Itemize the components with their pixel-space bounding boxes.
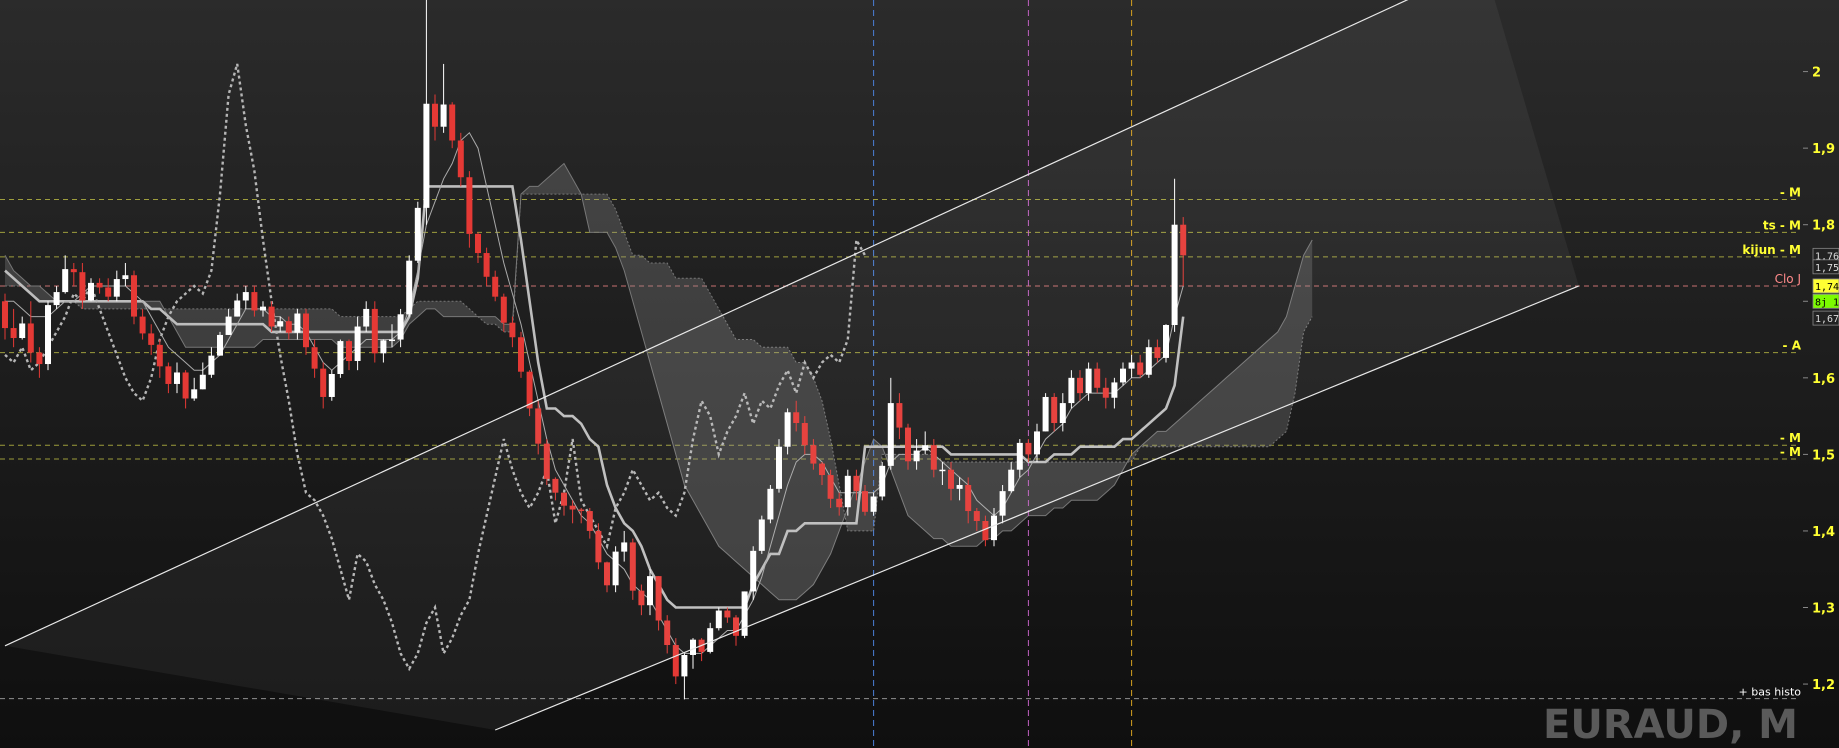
candle-bullish	[113, 279, 120, 297]
price-tag-label: 1,75	[1815, 263, 1839, 274]
candle-bearish	[10, 328, 17, 339]
y-tick-label: 1,6	[1812, 372, 1835, 387]
level-label: - M	[1780, 445, 1801, 459]
candle-bullish	[414, 207, 421, 261]
y-tick-label: 1,4	[1812, 525, 1835, 540]
y-tick-label: 2	[1812, 66, 1821, 81]
candle-bearish	[182, 372, 189, 399]
candle-bullish	[423, 103, 430, 208]
candle-bullish	[389, 339, 395, 342]
candle-bullish	[88, 282, 94, 301]
candle-bearish	[79, 272, 86, 301]
candle-bullish	[234, 300, 241, 317]
candle-bullish	[53, 292, 60, 306]
candle-bearish	[320, 368, 327, 397]
candle-bearish	[156, 344, 163, 367]
candle-bearish	[500, 296, 507, 323]
price-tag: 1,74	[1812, 278, 1839, 294]
candle-bullish	[242, 292, 249, 301]
candle-bullish	[199, 374, 206, 390]
candle-bullish	[217, 334, 223, 356]
candle-bearish	[139, 316, 146, 334]
candle-bearish	[96, 282, 103, 288]
price-tag: 1,67	[1812, 310, 1839, 326]
candle-bearish	[303, 313, 309, 348]
price-tag-label: 8j 1	[1815, 297, 1839, 308]
candle-bearish	[2, 301, 8, 329]
chart-title-watermark: EURAUD, M	[1543, 702, 1798, 748]
candle-bullish	[225, 316, 232, 335]
y-tick-label: 1,2	[1812, 678, 1835, 693]
candle-bearish	[131, 275, 137, 317]
candle-bearish	[475, 233, 481, 254]
candle-bullish	[45, 305, 51, 365]
channel-band	[5, 0, 1579, 730]
candle-bullish	[328, 374, 335, 397]
chart-canvas[interactable]: - Mts - Mkijun - MClo J- A- M- M+ bas hi…	[0, 0, 1839, 748]
candle-bearish	[70, 269, 77, 273]
candle-bearish	[27, 323, 34, 353]
y-tick-label: 1,8	[1812, 219, 1835, 234]
price-tag-label: 1,74	[1815, 282, 1839, 293]
candle-bullish	[191, 389, 198, 399]
candle-bullish	[397, 314, 404, 340]
y-tick-label: 1,9	[1812, 142, 1835, 157]
candle-bearish	[148, 333, 155, 345]
candle-bearish	[346, 341, 352, 361]
candle-bullish	[406, 260, 413, 315]
price-tag: 8j 1	[1812, 293, 1839, 309]
candle-bearish	[509, 322, 516, 338]
price-tag: 1,75	[1812, 259, 1839, 275]
level-label: ts - M	[1763, 218, 1801, 232]
level-label: + bas histo	[1739, 686, 1802, 699]
candle-bullish	[440, 104, 447, 127]
level-label: - A	[1783, 339, 1802, 353]
candle-bullish	[277, 321, 284, 327]
candle-bearish	[466, 177, 473, 234]
candle-bullish	[294, 313, 301, 333]
candle-bullish	[363, 308, 370, 327]
candle-bullish	[380, 340, 387, 354]
candle-bearish	[36, 352, 43, 365]
level-label: - M	[1780, 431, 1801, 445]
candle-bullish	[122, 275, 129, 280]
level-label: Clo J	[1775, 272, 1801, 286]
candle-bullish	[260, 306, 266, 311]
candle-bearish	[492, 276, 499, 297]
candle-bearish	[165, 366, 172, 384]
candle-bullish	[174, 372, 180, 384]
level-label: kijun - M	[1742, 243, 1801, 257]
price-tag-label: 1,67	[1815, 314, 1839, 325]
candle-bullish	[208, 355, 215, 375]
candle-bearish	[432, 103, 438, 127]
candle-bullish	[19, 323, 26, 339]
candle-bearish	[518, 337, 524, 372]
y-tick-label: 1,5	[1812, 448, 1835, 463]
candle-bearish	[105, 287, 112, 297]
y-tick-label: 1,3	[1812, 602, 1835, 617]
ichimoku-chart[interactable]: - Mts - Mkijun - M Clo J- A- M- M + bas hi…	[0, 0, 1839, 748]
candle-bearish	[449, 104, 456, 141]
candle-bullish	[62, 269, 69, 293]
level-label: - M	[1780, 185, 1801, 199]
candle-bullish	[337, 341, 344, 374]
candle-bearish	[483, 253, 490, 277]
candle-bearish	[268, 306, 275, 327]
candle-bearish	[285, 321, 292, 333]
candle-bearish	[371, 308, 378, 354]
candle-bullish	[354, 326, 361, 361]
candle-bearish	[251, 292, 258, 311]
candle-bearish	[311, 347, 318, 369]
candle-bearish	[457, 140, 464, 178]
candle-bullish	[681, 654, 688, 677]
